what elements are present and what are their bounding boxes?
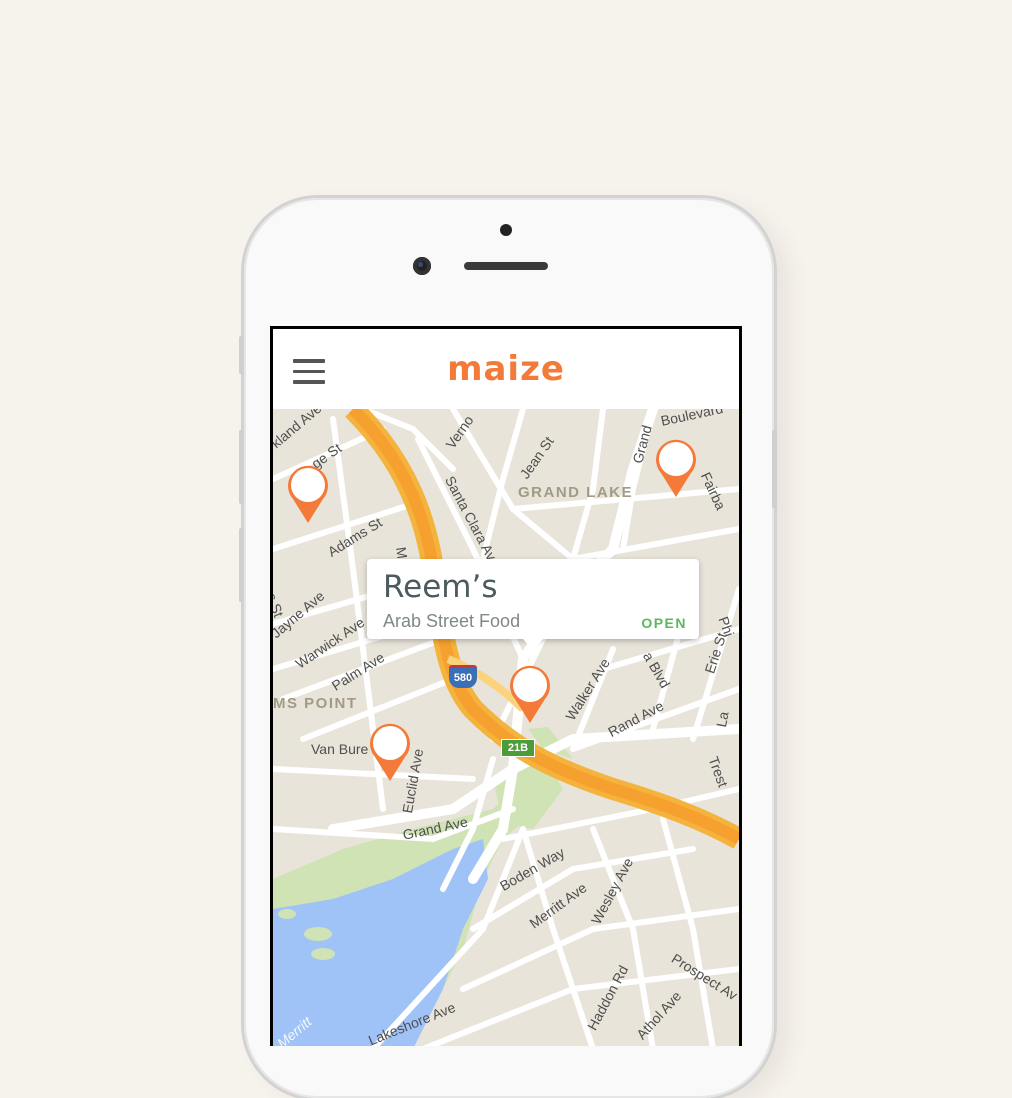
front-camera bbox=[413, 257, 431, 275]
area-label-grand-lake: GRAND LAKE bbox=[518, 484, 633, 501]
app-header: maize bbox=[273, 329, 739, 409]
power-button bbox=[772, 430, 777, 508]
map-view[interactable]: kland Ave ge St Verno Santa Clara Ave Je… bbox=[273, 409, 739, 1046]
area-label-adams-point: MS POINT bbox=[273, 695, 358, 712]
street-label: Van Bure bbox=[311, 741, 369, 757]
mute-switch bbox=[239, 336, 244, 374]
volume-down-button bbox=[239, 528, 244, 602]
map-pin-icon[interactable] bbox=[653, 437, 699, 499]
interstate-shield: 580 bbox=[449, 665, 477, 688]
restaurant-callout[interactable]: Reem’s Arab Street Food OPEN bbox=[367, 559, 699, 650]
map-pin-icon[interactable] bbox=[367, 721, 413, 783]
restaurant-cuisine: Arab Street Food bbox=[383, 611, 521, 631]
map-canvas bbox=[273, 409, 739, 1046]
restaurant-name: Reem’s bbox=[383, 569, 498, 605]
earpiece-speaker bbox=[464, 262, 548, 270]
exit-sign: 21B bbox=[501, 739, 535, 757]
proximity-sensor bbox=[500, 224, 512, 236]
phone-screen: maize kland Ave ge St Verno Santa Clara … bbox=[270, 326, 742, 1046]
street-label: La bbox=[713, 710, 732, 729]
volume-up-button bbox=[239, 430, 244, 504]
app-logo: maize bbox=[447, 349, 565, 389]
map-pin-icon-selected[interactable] bbox=[507, 663, 553, 725]
status-badge: OPEN bbox=[641, 615, 687, 631]
map-pin-icon[interactable] bbox=[285, 463, 331, 525]
